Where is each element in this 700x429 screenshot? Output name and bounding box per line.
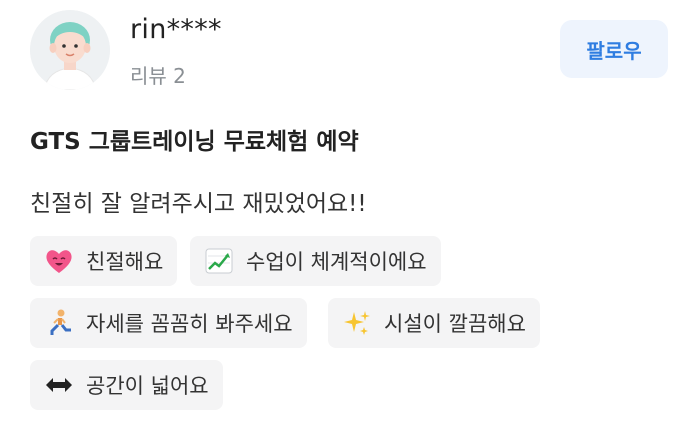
tag-kind: 친절해요 — [30, 236, 178, 286]
lunge-person-icon — [50, 309, 71, 335]
user-avatar-icon — [30, 10, 110, 90]
left-right-arrow-icon — [46, 378, 72, 392]
username: rin**** — [130, 14, 222, 45]
chart-up-icon — [205, 248, 233, 274]
tag-label: 자세를 꼼꼼히 봐주세요 — [86, 312, 293, 336]
tag-label: 친절해요 — [86, 250, 164, 274]
tag-label: 시설이 깔끔해요 — [384, 312, 526, 336]
tag-clean: 시설이 깔끔해요 — [328, 298, 540, 348]
review-text: 친절히 잘 알려주시고 재밌었어요!! — [30, 191, 367, 217]
review-count: 리뷰 2 — [130, 64, 186, 88]
tag-posture: 자세를 꼼꼼히 봐주세요 — [30, 298, 307, 348]
tag-systematic: 수업이 체계적이에요 — [190, 236, 441, 286]
tag-label: 공간이 넓어요 — [86, 374, 209, 398]
heart-face-icon — [46, 250, 72, 273]
tag-label: 수업이 체계적이에요 — [246, 250, 427, 274]
review-title: GTS 그룹트레이닝 무료체험 예약 — [30, 129, 359, 155]
sparkles-icon — [344, 311, 370, 335]
avatar[interactable] — [30, 10, 110, 90]
follow-button[interactable]: 팔로우 — [560, 20, 668, 78]
tag-spacious: 공간이 넓어요 — [30, 360, 223, 410]
